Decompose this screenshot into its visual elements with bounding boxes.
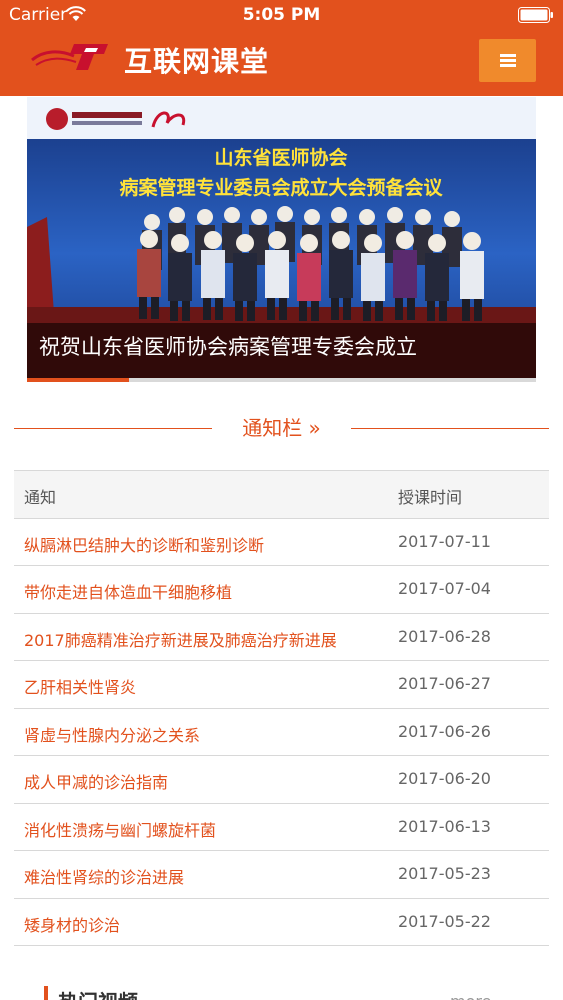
notice-date: 2017-05-22 bbox=[398, 911, 491, 931]
hamburger-menu-icon bbox=[499, 52, 516, 69]
notice-title-link[interactable]: 纵膈淋巴结肿大的诊断和鉴别诊断 bbox=[24, 532, 374, 556]
table-row[interactable]: 2017肺癌精准治疗新进展及肺癌治疗新进展 2017-06-28 bbox=[14, 614, 549, 661]
notice-title-link[interactable]: 消化性溃疡与幽门螺旋杆菌 bbox=[24, 817, 374, 841]
notice-section-title[interactable]: 通知栏 » bbox=[0, 412, 563, 441]
notice-title-link[interactable]: 矮身材的诊治 bbox=[24, 912, 374, 936]
section-accent-bar bbox=[44, 986, 48, 1000]
banner-progress-fill bbox=[27, 378, 129, 382]
table-header-row: 通知 授课时间 bbox=[14, 471, 549, 519]
banner-progress-track bbox=[27, 378, 536, 382]
status-time: 5:05 PM bbox=[242, 5, 321, 25]
banner-caption: 祝贺山东省医师协会病案管理专委会成立 bbox=[39, 335, 417, 359]
column-header-title: 通知 bbox=[24, 488, 57, 507]
app-header: Carrier 5:05 PM 互联网课堂 bbox=[0, 0, 563, 96]
more-link[interactable]: more bbox=[450, 992, 491, 1000]
notice-date: 2017-07-11 bbox=[398, 531, 491, 551]
notice-table: 通知 授课时间 纵膈淋巴结肿大的诊断和鉴别诊断 2017-07-11 带你走进自体造… bbox=[14, 470, 549, 946]
table-row[interactable]: 成人甲减的诊治指南 2017-06-20 bbox=[14, 756, 549, 804]
table-row[interactable]: 带你走进自体造血干细胞移植 2017-07-04 bbox=[14, 566, 549, 614]
notice-title-link[interactable]: 2017肺癌精准治疗新进展及肺癌治疗新进展 bbox=[24, 627, 374, 651]
section-divider-right bbox=[351, 428, 549, 429]
notice-date: 2017-05-23 bbox=[398, 864, 491, 883]
status-bar: Carrier 5:05 PM bbox=[0, 0, 563, 30]
notice-date: 2017-06-20 bbox=[398, 769, 491, 788]
notice-title-link[interactable]: 肾虚与性腺内分泌之关系 bbox=[24, 722, 374, 746]
notice-date: 2017-07-04 bbox=[398, 579, 491, 598]
app-logo-icon bbox=[31, 44, 108, 70]
notice-title-link[interactable]: 难治性肾综的诊治进展 bbox=[24, 864, 374, 888]
notice-title-link[interactable]: 成人甲减的诊治指南 bbox=[24, 769, 374, 793]
table-row[interactable]: 难治性肾综的诊治进展 2017-05-23 bbox=[14, 851, 549, 899]
notice-title-link[interactable]: 带你走进自体造血干细胞移植 bbox=[24, 579, 374, 603]
notice-title-link[interactable]: 乙肝相关性肾炎 bbox=[24, 674, 374, 698]
hot-videos-title: 热门视频 bbox=[58, 986, 138, 1000]
table-row[interactable]: 肾虚与性腺内分泌之关系 2017-06-26 bbox=[14, 709, 549, 756]
column-header-date: 授课时间 bbox=[398, 488, 463, 507]
banner-carousel[interactable]: 山东省医师协会 病案管理专业委员会成立大会预备会议 祝贺山东省医师协会病案管理专… bbox=[27, 97, 536, 382]
svg-text:病案管理专业委员会成立大会预备会议: 病案管理专业委员会成立大会预备会议 bbox=[119, 176, 443, 199]
battery-icon bbox=[518, 7, 553, 23]
table-row[interactable]: 矮身材的诊治 2017-05-22 bbox=[14, 899, 549, 946]
svg-text:山东省医师协会: 山东省医师协会 bbox=[214, 146, 347, 169]
notice-date: 2017-06-27 bbox=[398, 674, 491, 693]
app-title: 互联网课堂 bbox=[124, 45, 270, 78]
notice-date: 2017-06-13 bbox=[398, 816, 491, 836]
menu-button[interactable] bbox=[479, 39, 536, 82]
notice-date: 2017-06-26 bbox=[398, 721, 491, 741]
table-row[interactable]: 乙肝相关性肾炎 2017-06-27 bbox=[14, 661, 549, 709]
table-row[interactable]: 消化性溃疡与幽门螺旋杆菌 2017-06-13 bbox=[14, 804, 549, 851]
table-row[interactable]: 纵膈淋巴结肿大的诊断和鉴别诊断 2017-07-11 bbox=[14, 519, 549, 566]
notice-date: 2017-06-28 bbox=[398, 626, 491, 646]
